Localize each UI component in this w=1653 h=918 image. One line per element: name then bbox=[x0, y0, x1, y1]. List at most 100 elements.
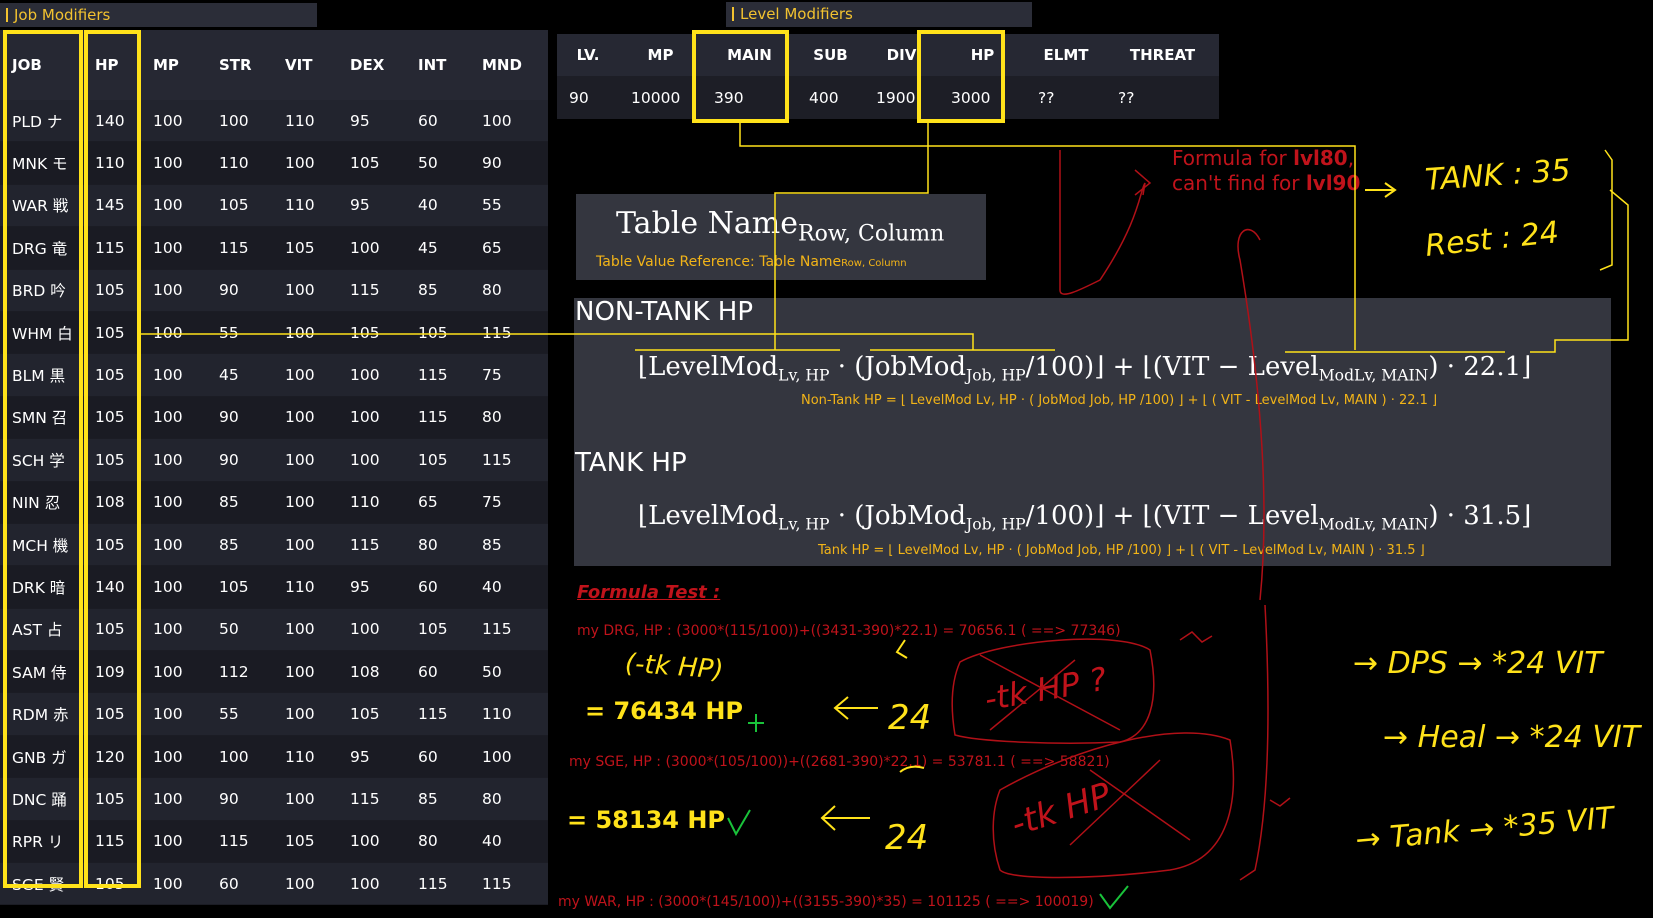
table-cell: 75 bbox=[468, 481, 548, 524]
table-cell: 115 bbox=[404, 353, 468, 397]
table-cell: 45 bbox=[404, 226, 468, 270]
table-cell: 95 bbox=[336, 735, 404, 779]
table-cell: 40 bbox=[404, 184, 468, 228]
table-cell: 100 bbox=[336, 820, 404, 864]
table-cell: 110 bbox=[271, 184, 336, 228]
note-line-1: Formula for lvl80, bbox=[1172, 146, 1355, 170]
hp-level-column-highlight bbox=[917, 30, 1005, 123]
table-cell: 100 bbox=[205, 100, 271, 143]
test-drg: my DRG, HP : (3000*(115/100))+((3431-390… bbox=[577, 623, 1121, 639]
table-cell: 100 bbox=[139, 311, 205, 355]
hp-column-highlight bbox=[84, 30, 141, 888]
table-cell: 95 bbox=[336, 565, 404, 609]
table-cell: 105 bbox=[404, 608, 468, 652]
title-accent-bar bbox=[6, 8, 8, 22]
table-cell: 80 bbox=[404, 523, 468, 567]
table-cell: 100 bbox=[271, 692, 336, 736]
legend-table-name: Table Name bbox=[616, 206, 798, 241]
title-accent-bar bbox=[732, 7, 734, 21]
table-cell: 80 bbox=[468, 396, 548, 440]
note-line-2: can't find for lvl90 bbox=[1172, 171, 1361, 195]
level-modifiers-title-bar: Level Modifiers bbox=[726, 2, 1032, 27]
table-cell: 110 bbox=[336, 481, 404, 524]
level-column-header: LV. bbox=[557, 34, 619, 76]
table-cell: 55 bbox=[205, 311, 271, 355]
table-cell: 90 bbox=[205, 396, 271, 440]
table-cell: 40 bbox=[468, 820, 548, 864]
table-cell: 105 bbox=[404, 311, 468, 355]
tank-plain-formula: Tank HP = ⌊ LevelMod Lv, HP · ( JobMod J… bbox=[818, 543, 1425, 558]
table-cell: 75 bbox=[468, 353, 548, 397]
handwritten-24-a: 24 bbox=[888, 698, 932, 738]
table-cell: 100 bbox=[468, 100, 548, 143]
crossed-note-1: -tk HP ? bbox=[981, 659, 1110, 719]
table-cell: 100 bbox=[139, 735, 205, 779]
job-modifiers-title-bar: Job Modifiers bbox=[0, 3, 317, 27]
table-cell: 100 bbox=[336, 608, 404, 652]
job-column-header: MP bbox=[139, 30, 205, 100]
table-cell: 105 bbox=[205, 565, 271, 609]
table-cell: 100 bbox=[139, 438, 205, 482]
table-cell: 85 bbox=[404, 777, 468, 821]
level-cell: ?? bbox=[1026, 76, 1106, 119]
table-cell: 60 bbox=[404, 735, 468, 779]
table-cell: 105 bbox=[271, 820, 336, 864]
table-cell: 100 bbox=[271, 862, 336, 906]
legend-reference: Table Value Reference: Table NameRow, Co… bbox=[596, 254, 907, 270]
handwritten-tank-rule: → Tank → *35 VIT bbox=[1353, 800, 1616, 859]
table-cell: 115 bbox=[336, 269, 404, 312]
table-cell: 100 bbox=[139, 608, 205, 652]
table-cell: 90 bbox=[205, 777, 271, 821]
non-tank-constant: 22.1 bbox=[1463, 352, 1522, 382]
table-cell: 100 bbox=[271, 396, 336, 440]
job-modifiers-title: Job Modifiers bbox=[14, 6, 111, 24]
table-cell: 110 bbox=[468, 692, 548, 736]
table-cell: 105 bbox=[336, 311, 404, 355]
table-cell: 110 bbox=[271, 565, 336, 609]
level-column-header: ELMT bbox=[1026, 34, 1106, 76]
table-cell: 45 bbox=[205, 353, 271, 397]
table-cell: 100 bbox=[271, 269, 336, 312]
table-cell: 100 bbox=[139, 862, 205, 906]
level-cell: ?? bbox=[1106, 76, 1219, 119]
table-cell: 115 bbox=[468, 311, 548, 355]
table-cell: 100 bbox=[139, 226, 205, 270]
job-column-header: INT bbox=[404, 30, 468, 100]
table-cell: 90 bbox=[205, 438, 271, 482]
table-cell: 105 bbox=[336, 141, 404, 185]
table-cell: 110 bbox=[271, 735, 336, 779]
handwritten-result-2: = 58134 HP bbox=[567, 806, 725, 834]
table-cell: 40 bbox=[468, 565, 548, 609]
test-war: my WAR, HP : (3000*(145/100))+((3155-390… bbox=[558, 894, 1094, 910]
table-cell: 115 bbox=[336, 523, 404, 567]
table-cell: 85 bbox=[404, 269, 468, 312]
tank-constant: 31.5 bbox=[1463, 501, 1522, 531]
level-cell: 90 bbox=[557, 76, 619, 119]
level-modifiers-title: Level Modifiers bbox=[740, 5, 853, 23]
level-column-header: MP bbox=[619, 34, 702, 76]
table-cell: 108 bbox=[336, 650, 404, 694]
table-cell: 100 bbox=[139, 650, 205, 694]
table-cell: 100 bbox=[271, 481, 336, 524]
table-cell: 100 bbox=[271, 608, 336, 652]
table-cell: 100 bbox=[271, 141, 336, 185]
table-cell: 105 bbox=[404, 438, 468, 482]
table-cell: 100 bbox=[139, 692, 205, 736]
table-cell: 100 bbox=[271, 650, 336, 694]
table-cell: 112 bbox=[205, 650, 271, 694]
table-cell: 100 bbox=[139, 523, 205, 567]
legend-reference-label: Table Value Reference: Table Name bbox=[596, 254, 842, 270]
handwritten-heal-rule: → Heal → *24 VIT bbox=[1383, 720, 1641, 755]
table-cell: 100 bbox=[139, 100, 205, 143]
table-cell: 105 bbox=[336, 692, 404, 736]
table-cell: 100 bbox=[139, 353, 205, 397]
table-cell: 100 bbox=[271, 523, 336, 567]
table-cell: 80 bbox=[468, 777, 548, 821]
table-cell: 100 bbox=[205, 735, 271, 779]
table-cell: 95 bbox=[336, 100, 404, 143]
tank-formula: ⌊LevelModLv, HP · (JobModJob, HP/100)⌋ +… bbox=[638, 501, 1532, 534]
table-name-legend: Table NameRow, Column Table Value Refere… bbox=[576, 194, 986, 280]
table-cell: 115 bbox=[468, 438, 548, 482]
table-cell: 50 bbox=[468, 650, 548, 694]
table-cell: 60 bbox=[404, 100, 468, 143]
